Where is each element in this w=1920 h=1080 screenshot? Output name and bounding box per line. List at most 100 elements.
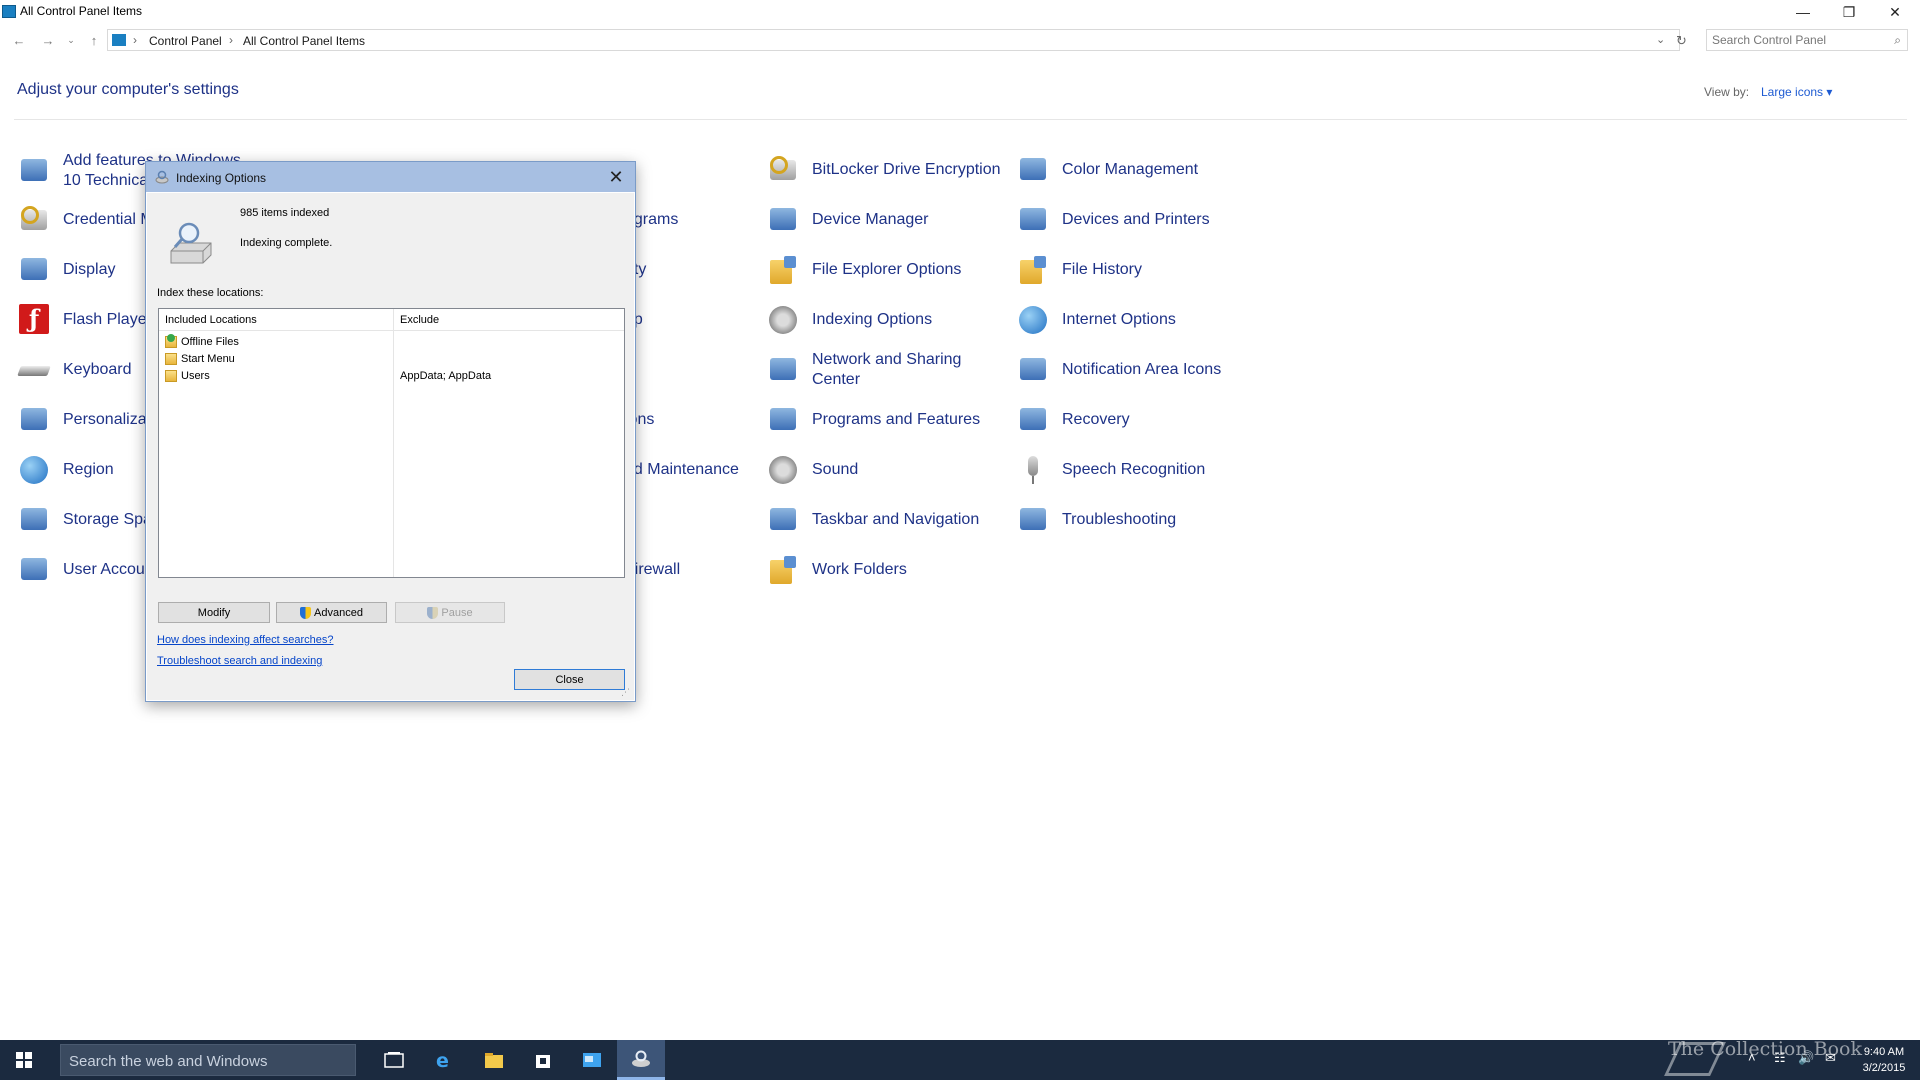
resize-grip-icon[interactable]: ⋰	[621, 687, 633, 699]
store-icon	[536, 1055, 550, 1068]
cp-item-recovery[interactable]: Recovery	[1016, 398, 1256, 442]
breadcrumb-separator-icon: ›	[229, 33, 233, 47]
search-input[interactable]	[1712, 32, 1882, 48]
back-icon[interactable]: ←	[9, 30, 29, 50]
cp-item-sound[interactable]: Sound	[766, 448, 1006, 492]
up-icon[interactable]: ↑	[84, 30, 104, 50]
address-bar[interactable]: › Control Panel › All Control Panel Item…	[107, 29, 1687, 51]
personalization-icon	[17, 404, 51, 436]
indexing-icon	[632, 1050, 650, 1067]
column-header-exclude[interactable]: Exclude	[400, 314, 439, 326]
display-icon	[17, 254, 51, 286]
taskbar-search[interactable]	[60, 1044, 356, 1076]
task-view-button[interactable]	[370, 1040, 418, 1080]
internet-explorer-button[interactable]: e	[420, 1040, 468, 1080]
control-panel-taskbar-button[interactable]	[568, 1040, 616, 1080]
file-explorer-icon	[485, 1053, 503, 1068]
cp-item-devices-printers[interactable]: Devices and Printers	[1016, 198, 1256, 242]
cp-item-label: nd Maintenance	[625, 461, 739, 478]
how-indexing-affects-link[interactable]: How does indexing affect searches?	[157, 634, 334, 646]
folder-icon	[165, 353, 177, 365]
column-header-included[interactable]: Included Locations	[165, 314, 257, 326]
window-titlebar: All Control Panel Items — ❐ ✕	[0, 0, 1920, 24]
clock-date: 3/2/2015	[1862, 1062, 1906, 1074]
troubleshooting-icon	[1016, 504, 1050, 536]
programs-features-icon	[766, 404, 800, 436]
file-explorer-button[interactable]	[470, 1040, 518, 1080]
included-locations-table[interactable]: Included Locations Exclude Offline Files…	[158, 308, 625, 578]
indexing-options-dialog: Indexing Options ✕ 985 items indexed Ind…	[145, 161, 636, 702]
dialog-titlebar[interactable]: Indexing Options ✕	[146, 162, 635, 192]
taskbar-search-input[interactable]	[69, 1052, 339, 1070]
cp-item-label: Devices and Printers	[1062, 211, 1210, 228]
cp-item-work-folders[interactable]: Work Folders	[766, 548, 1006, 592]
recent-locations-icon[interactable]: ⌄	[61, 30, 81, 50]
minimize-button[interactable]: —	[1780, 0, 1826, 24]
close-window-button[interactable]: ✕	[1872, 0, 1918, 24]
view-by-dropdown[interactable]: Large icons ▾	[1761, 85, 1832, 99]
cp-item-bitlocker[interactable]: BitLocker Drive Encryption	[766, 148, 1006, 192]
taskbar-navigation-icon	[766, 504, 800, 536]
table-row[interactable]: Users AppData; AppData	[159, 368, 624, 385]
cp-item-file-history[interactable]: File History	[1016, 248, 1256, 292]
indexing-options-icon	[766, 304, 800, 336]
clock-time: 9:40 AM	[1863, 1046, 1905, 1058]
cp-item-label: Work Folders	[812, 561, 907, 578]
restore-button[interactable]: ❐	[1826, 0, 1872, 24]
clock[interactable]: 9:40 AM 3/2/2015	[1853, 1044, 1915, 1076]
cp-item-label: Troubleshooting	[1062, 511, 1177, 528]
watermark-text: The Collection Book	[1668, 1038, 1862, 1060]
cp-item-device-manager[interactable]: Device Manager	[766, 198, 1006, 242]
refresh-icon[interactable]: ↻	[1676, 33, 1687, 49]
cp-item-taskbar-navigation[interactable]: Taskbar and Navigation	[766, 498, 1006, 542]
breadcrumb-control-panel[interactable]: Control Panel	[149, 34, 222, 48]
navigation-bar: ← → ⌄ ↑ › Control Panel › All Control Pa…	[0, 28, 1920, 54]
folder-icon	[165, 370, 177, 382]
cp-item-network-sharing[interactable]: Network and Sharing Center	[766, 348, 1006, 392]
indexing-options-taskbar-button[interactable]	[617, 1040, 665, 1080]
cp-item-label: Flash Player	[63, 311, 152, 328]
indexing-drive-icon	[170, 222, 212, 264]
cp-item-internet-options[interactable]: Internet Options	[1016, 298, 1256, 342]
cp-item-label: Speech Recognition	[1062, 461, 1206, 478]
start-button[interactable]	[0, 1040, 48, 1080]
search-box[interactable]: ⌕	[1706, 29, 1908, 51]
cp-item-label: Sound	[812, 461, 859, 478]
cp-item-speech-recognition[interactable]: Speech Recognition	[1016, 448, 1256, 492]
close-icon[interactable]: ✕	[601, 164, 631, 190]
location-exclude: AppData; AppData	[400, 370, 492, 382]
search-icon[interactable]: ⌕	[1894, 33, 1901, 48]
chevron-down-icon[interactable]: ⌄	[1656, 33, 1665, 46]
flash-player-icon	[17, 304, 51, 336]
indexing-icon	[155, 170, 169, 184]
modify-button[interactable]: Modify	[158, 602, 270, 623]
table-row[interactable]: Offline Files	[159, 334, 624, 351]
pause-button[interactable]: Pause	[395, 602, 505, 623]
cp-item-indexing-options[interactable]: Indexing Options	[766, 298, 1006, 342]
cp-item-color-management[interactable]: Color Management	[1016, 148, 1256, 192]
cp-item-troubleshooting[interactable]: Troubleshooting	[1016, 498, 1256, 542]
page-title: Adjust your computer's settings	[17, 81, 239, 98]
devices-printers-icon	[1016, 204, 1050, 236]
cp-item-label: Indexing Options	[812, 311, 933, 328]
cp-item-notification-area-icons[interactable]: Notification Area Icons	[1016, 348, 1256, 392]
taskbar: e ˄ ☷ 🔊 ✉ 9:40 AM 3/2/2015	[0, 1040, 1920, 1080]
cp-item-label: File History	[1062, 261, 1143, 278]
file-explorer-options-icon	[766, 254, 800, 286]
cp-item-file-explorer-options[interactable]: File Explorer Options	[766, 248, 1006, 292]
close-button[interactable]: Close	[514, 669, 625, 690]
cp-item-label: Region	[63, 461, 114, 478]
troubleshoot-indexing-link[interactable]: Troubleshoot search and indexing	[157, 655, 322, 667]
offline-files-icon	[165, 334, 177, 348]
table-row[interactable]: Start Menu	[159, 351, 624, 368]
cp-item-label: Network and Sharing Center	[812, 351, 962, 388]
cp-item-programs-features[interactable]: Programs and Features	[766, 398, 1006, 442]
forward-icon[interactable]: →	[38, 30, 58, 50]
cp-item-label: File Explorer Options	[812, 261, 962, 278]
store-button[interactable]	[519, 1040, 567, 1080]
breadcrumb-all-items[interactable]: All Control Panel Items	[243, 34, 365, 48]
task-view-icon	[384, 1052, 404, 1068]
divider	[14, 119, 1907, 120]
advanced-button[interactable]: Advanced	[276, 602, 387, 623]
indexing-status: Indexing complete.	[240, 237, 333, 249]
